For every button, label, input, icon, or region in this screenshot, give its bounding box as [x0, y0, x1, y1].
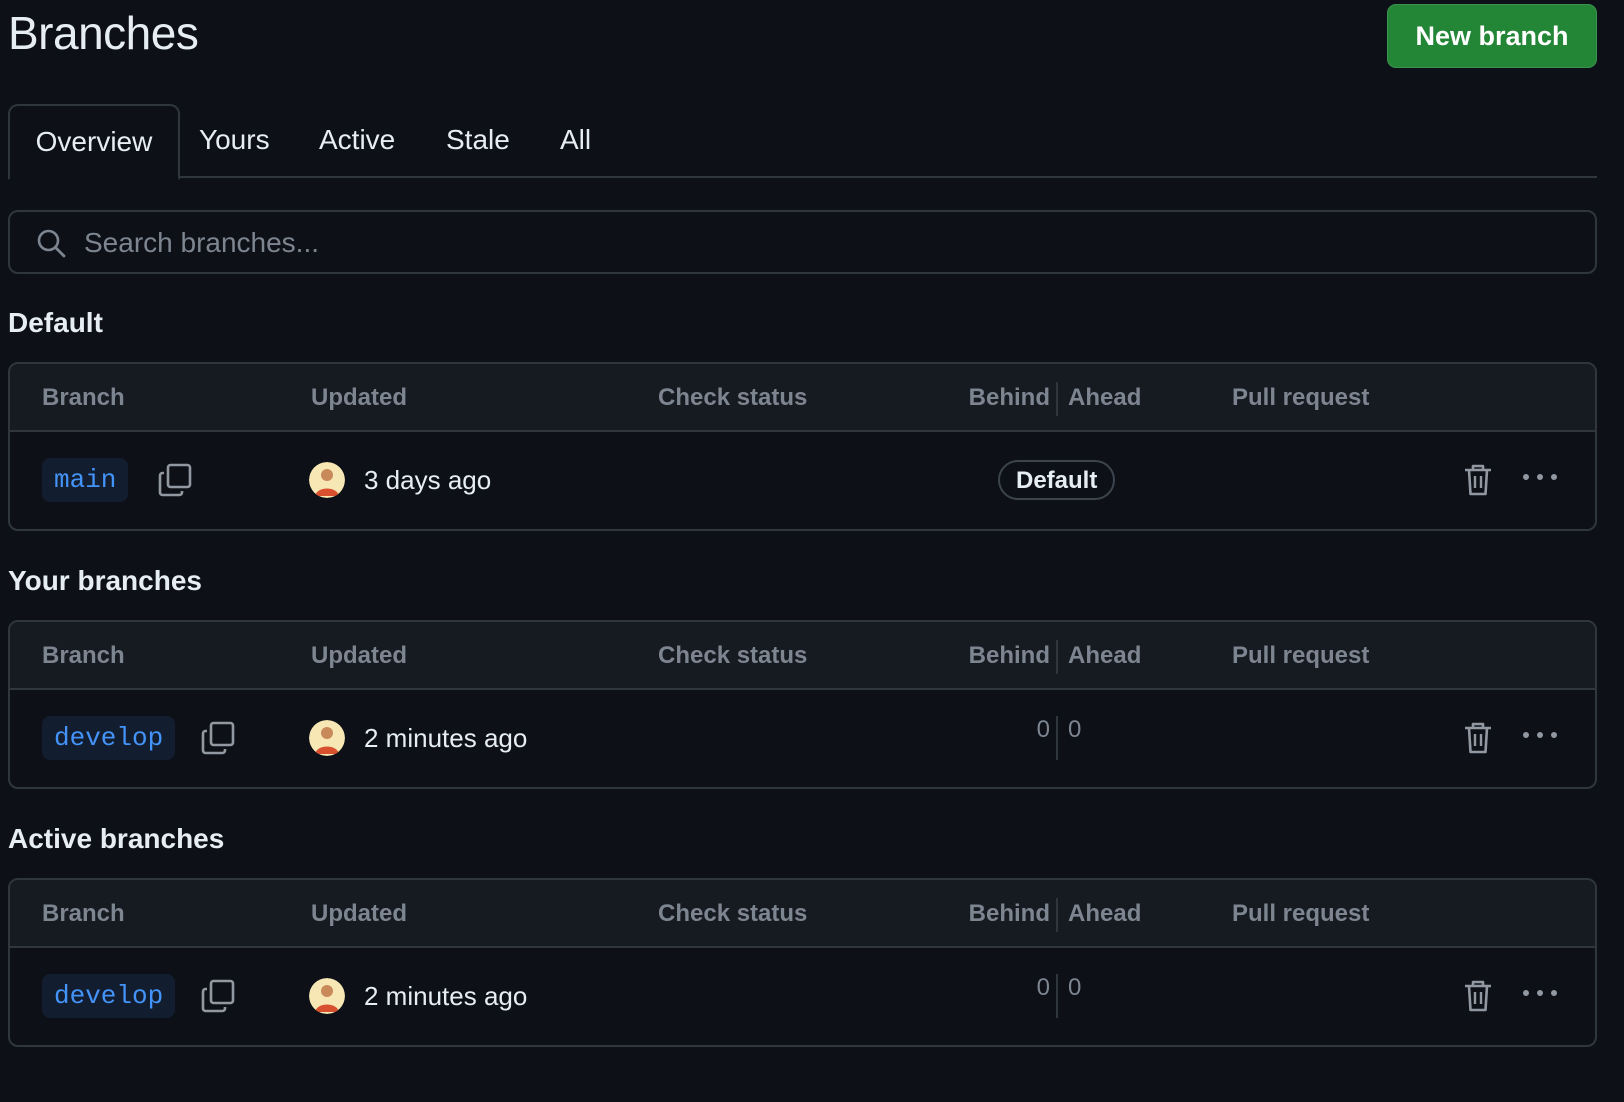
user-avatar[interactable] [309, 720, 345, 756]
table-header: Branch Updated Check status Behind Ahead… [10, 364, 1595, 432]
tab-active[interactable]: Active [319, 104, 395, 178]
page-header: Branches New branch [8, 0, 1597, 80]
table-row: develop 2 minutes ago 0 0 [10, 690, 1595, 787]
branch-filter-tabs: Overview Yours Active Stale All [8, 104, 1597, 180]
column-header-ahead: Ahead [1068, 384, 1142, 411]
your-branches-table: Branch Updated Check status Behind Ahead… [8, 620, 1597, 789]
tab-stale[interactable]: Stale [446, 104, 510, 178]
section-title-default: Default [8, 307, 103, 338]
trash-icon[interactable] [1462, 720, 1494, 756]
user-avatar[interactable] [309, 462, 345, 498]
column-header-behind: Behind [968, 900, 1050, 927]
table-header: Branch Updated Check status Behind Ahead… [10, 622, 1595, 690]
column-header-pull-request: Pull request [1232, 384, 1370, 411]
copy-icon[interactable] [200, 720, 236, 756]
copy-icon[interactable] [200, 978, 236, 1014]
column-header-behind: Behind [968, 642, 1050, 669]
column-header-pull-request: Pull request [1232, 900, 1370, 927]
branch-name-link[interactable]: main [42, 458, 129, 502]
behind-ahead-divider [1056, 974, 1058, 1018]
search-icon [37, 229, 66, 258]
column-header-pull-request: Pull request [1232, 642, 1370, 669]
tab-yours[interactable]: Yours [199, 104, 270, 178]
search-input[interactable] [82, 220, 1566, 266]
table-header: Branch Updated Check status Behind Ahead… [10, 880, 1595, 948]
kebab-horizontal-icon[interactable] [1520, 978, 1560, 1008]
updated-time: 2 minutes ago [364, 723, 528, 753]
user-avatar[interactable] [309, 978, 345, 1014]
behind-count: 0 [1036, 716, 1050, 743]
section-title-your-branches: Your branches [8, 565, 202, 596]
column-header-branch: Branch [42, 384, 125, 411]
behind-ahead-divider [1056, 716, 1058, 760]
column-header-behind: Behind [968, 384, 1050, 411]
tab-all[interactable]: All [560, 104, 591, 178]
updated-time: 2 minutes ago [364, 981, 528, 1011]
kebab-horizontal-icon[interactable] [1520, 720, 1560, 750]
behind-ahead-divider [1056, 640, 1058, 674]
trash-icon[interactable] [1462, 462, 1494, 498]
column-header-ahead: Ahead [1068, 642, 1142, 669]
ahead-count: 0 [1068, 974, 1082, 1001]
behind-count: 0 [1036, 974, 1050, 1001]
column-header-branch: Branch [42, 642, 125, 669]
tab-overview[interactable]: Overview [8, 104, 180, 180]
page-title: Branches [8, 7, 199, 59]
default-branches-table: Branch Updated Check status Behind Ahead… [8, 362, 1597, 531]
column-header-check-status: Check status [658, 384, 808, 411]
behind-ahead-divider [1056, 898, 1058, 932]
kebab-horizontal-icon[interactable] [1520, 462, 1560, 492]
updated-time: 3 days ago [364, 465, 492, 495]
column-header-check-status: Check status [658, 642, 808, 669]
branch-name-link[interactable]: develop [42, 716, 176, 760]
section-title-active-branches: Active branches [8, 823, 225, 854]
branches-page: Branches New branch Overview Yours Activ… [0, 0, 1624, 1102]
column-header-updated: Updated [311, 384, 407, 411]
new-branch-button[interactable]: New branch [1387, 4, 1597, 68]
behind-ahead-divider [1056, 382, 1058, 416]
column-header-ahead: Ahead [1068, 900, 1142, 927]
column-header-check-status: Check status [658, 900, 808, 927]
search-box [8, 210, 1597, 274]
column-header-branch: Branch [42, 900, 125, 927]
trash-icon[interactable] [1462, 978, 1494, 1014]
table-row: main 3 days ago Default [10, 432, 1595, 529]
ahead-count: 0 [1068, 716, 1082, 743]
copy-icon[interactable] [157, 462, 193, 498]
table-row: develop 2 minutes ago 0 0 [10, 948, 1595, 1045]
column-header-updated: Updated [311, 642, 407, 669]
default-badge: Default [998, 460, 1116, 500]
column-header-updated: Updated [311, 900, 407, 927]
branch-name-link[interactable]: develop [42, 974, 176, 1018]
active-branches-table: Branch Updated Check status Behind Ahead… [8, 878, 1597, 1047]
